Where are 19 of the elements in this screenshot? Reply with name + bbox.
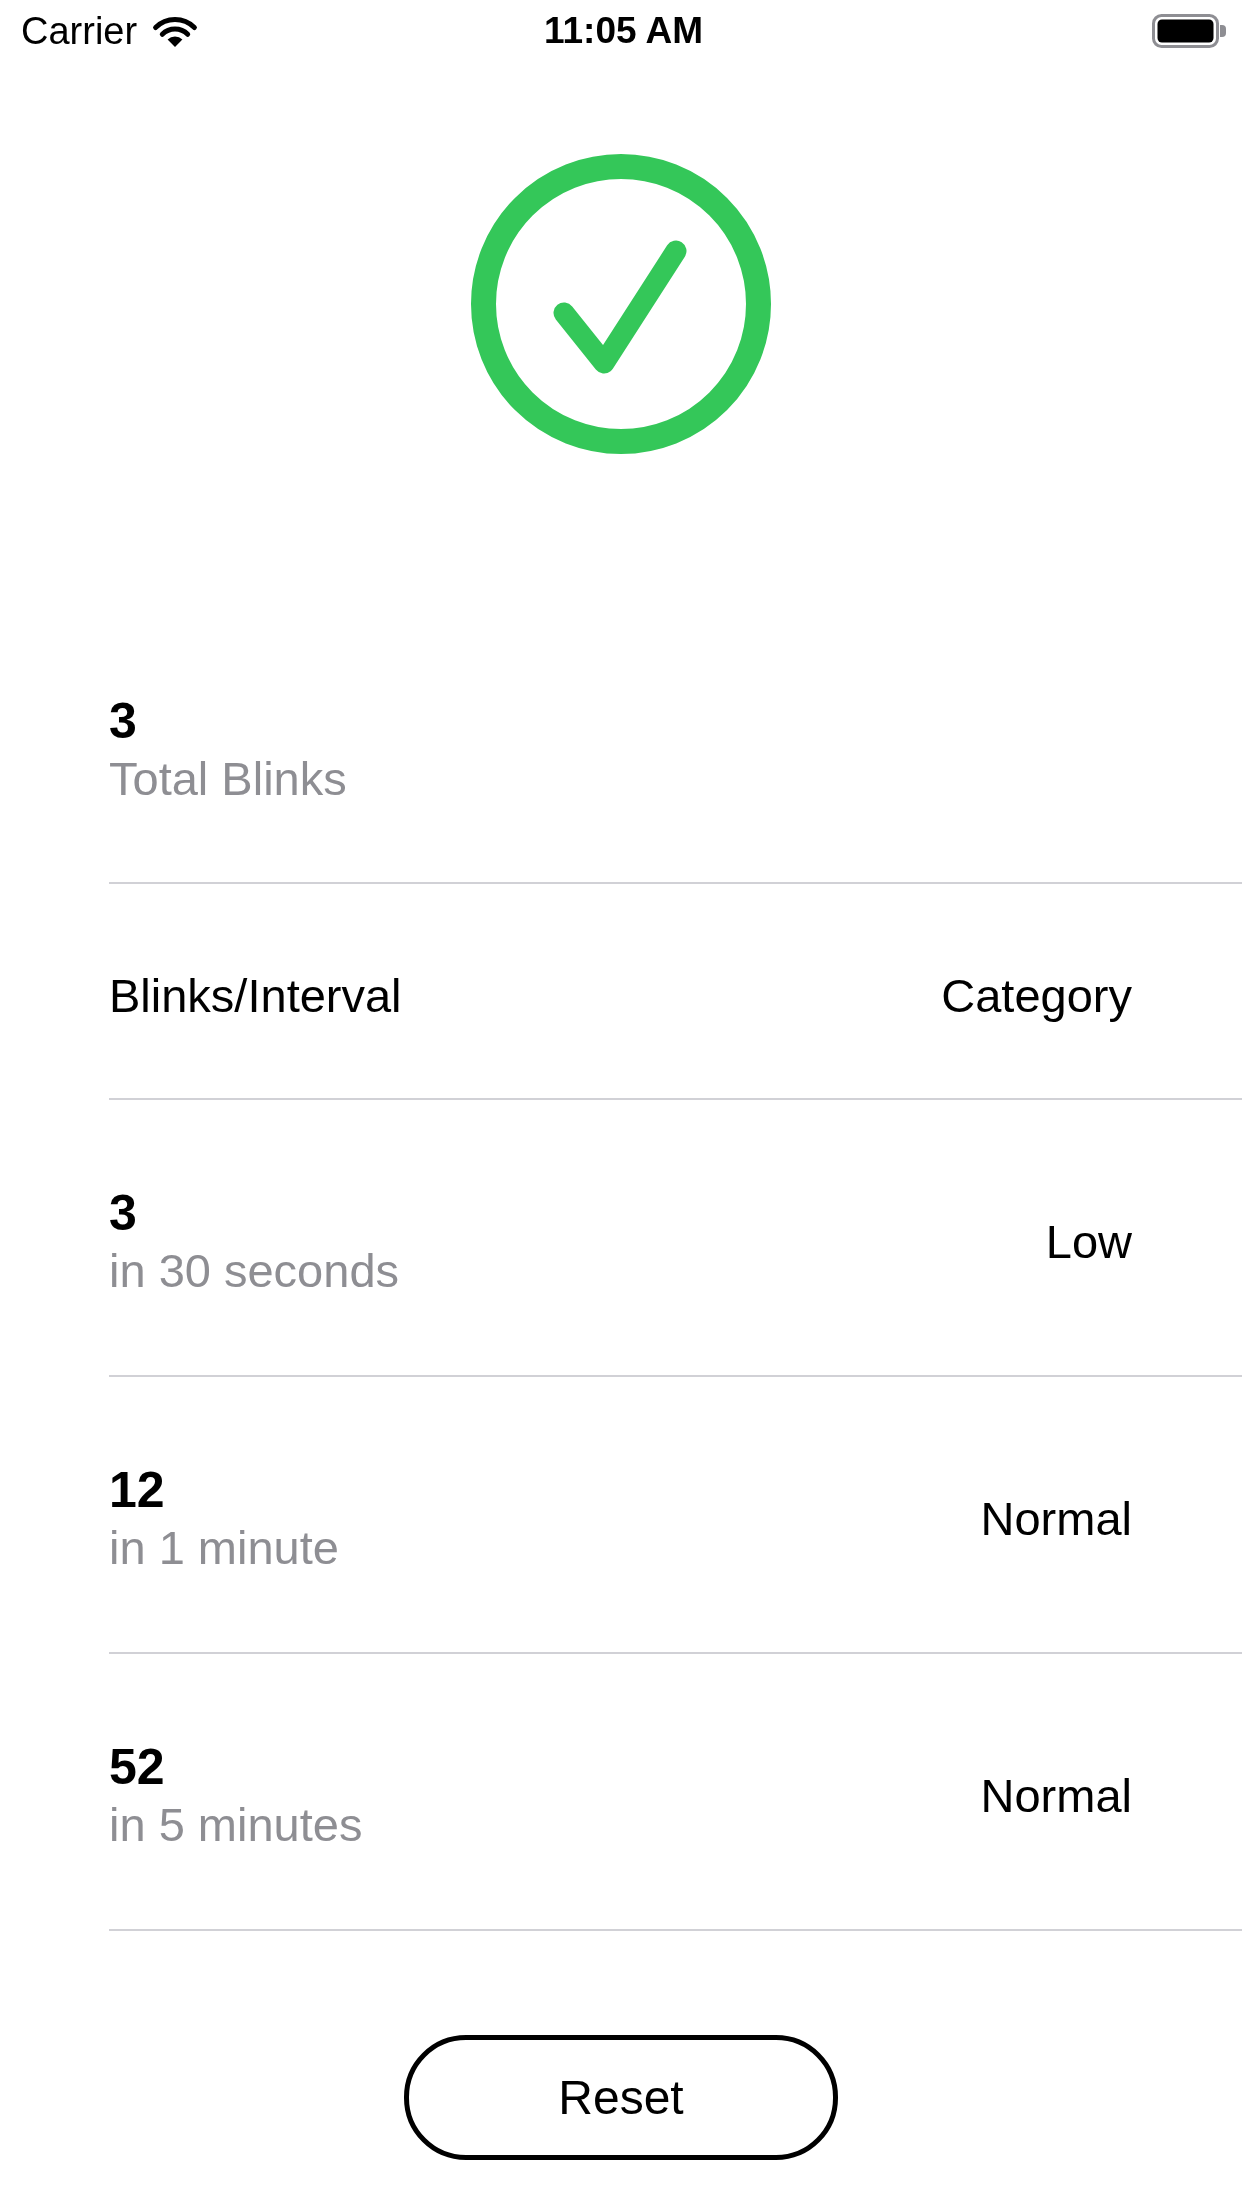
interval-label: in 1 minute [109,1520,339,1576]
total-count: 3 [109,692,137,750]
category-label: Normal [980,1491,1132,1547]
blink-count: 12 [109,1461,165,1519]
wifi-icon [152,14,199,48]
category-label: Normal [980,1768,1132,1824]
check-circle-icon [471,154,771,454]
reset-button[interactable]: Reset [404,2035,838,2160]
blink-count: 3 [109,1184,137,1242]
category-label: Low [1045,1214,1132,1270]
interval-label: in 30 seconds [109,1243,400,1299]
interval-label: in 5 minutes [109,1797,363,1853]
carrier-name: Carrier [21,9,138,53]
battery-icon [1152,14,1226,48]
blink-count: 52 [109,1738,165,1796]
clock-time: 11:05 AM [544,9,704,53]
column-header: Category [941,968,1132,1024]
total-label: Total Blinks [109,751,347,807]
column-header: Blinks/Interval [109,968,402,1024]
